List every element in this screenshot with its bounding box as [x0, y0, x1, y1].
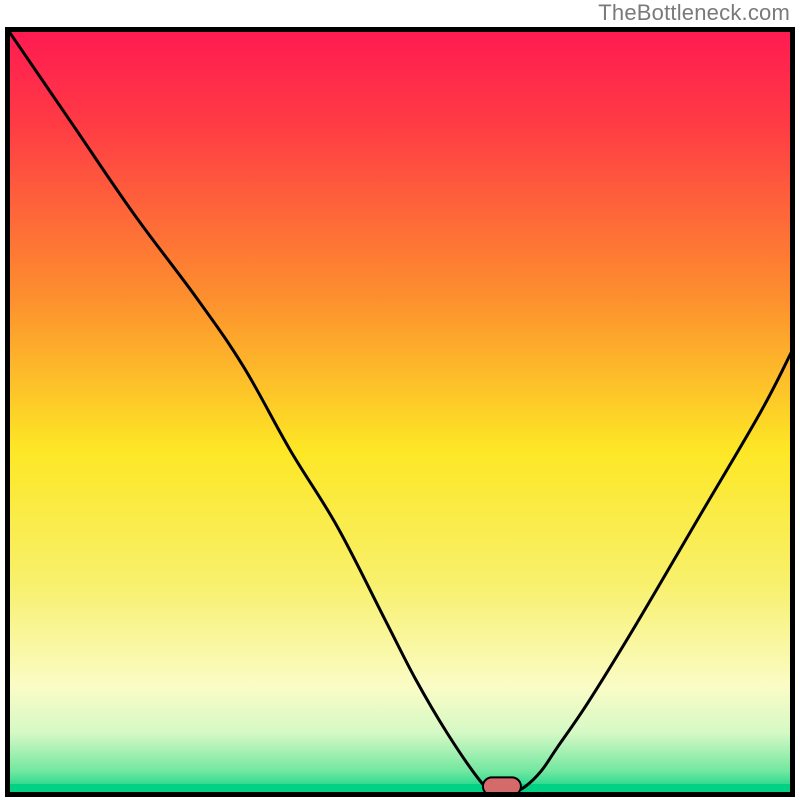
watermark-label: TheBottleneck.com — [598, 0, 790, 26]
chart-frame — [5, 27, 795, 797]
bottleneck-chart — [5, 27, 795, 797]
chart-container: TheBottleneck.com — [0, 0, 800, 800]
gradient-background — [8, 30, 792, 794]
